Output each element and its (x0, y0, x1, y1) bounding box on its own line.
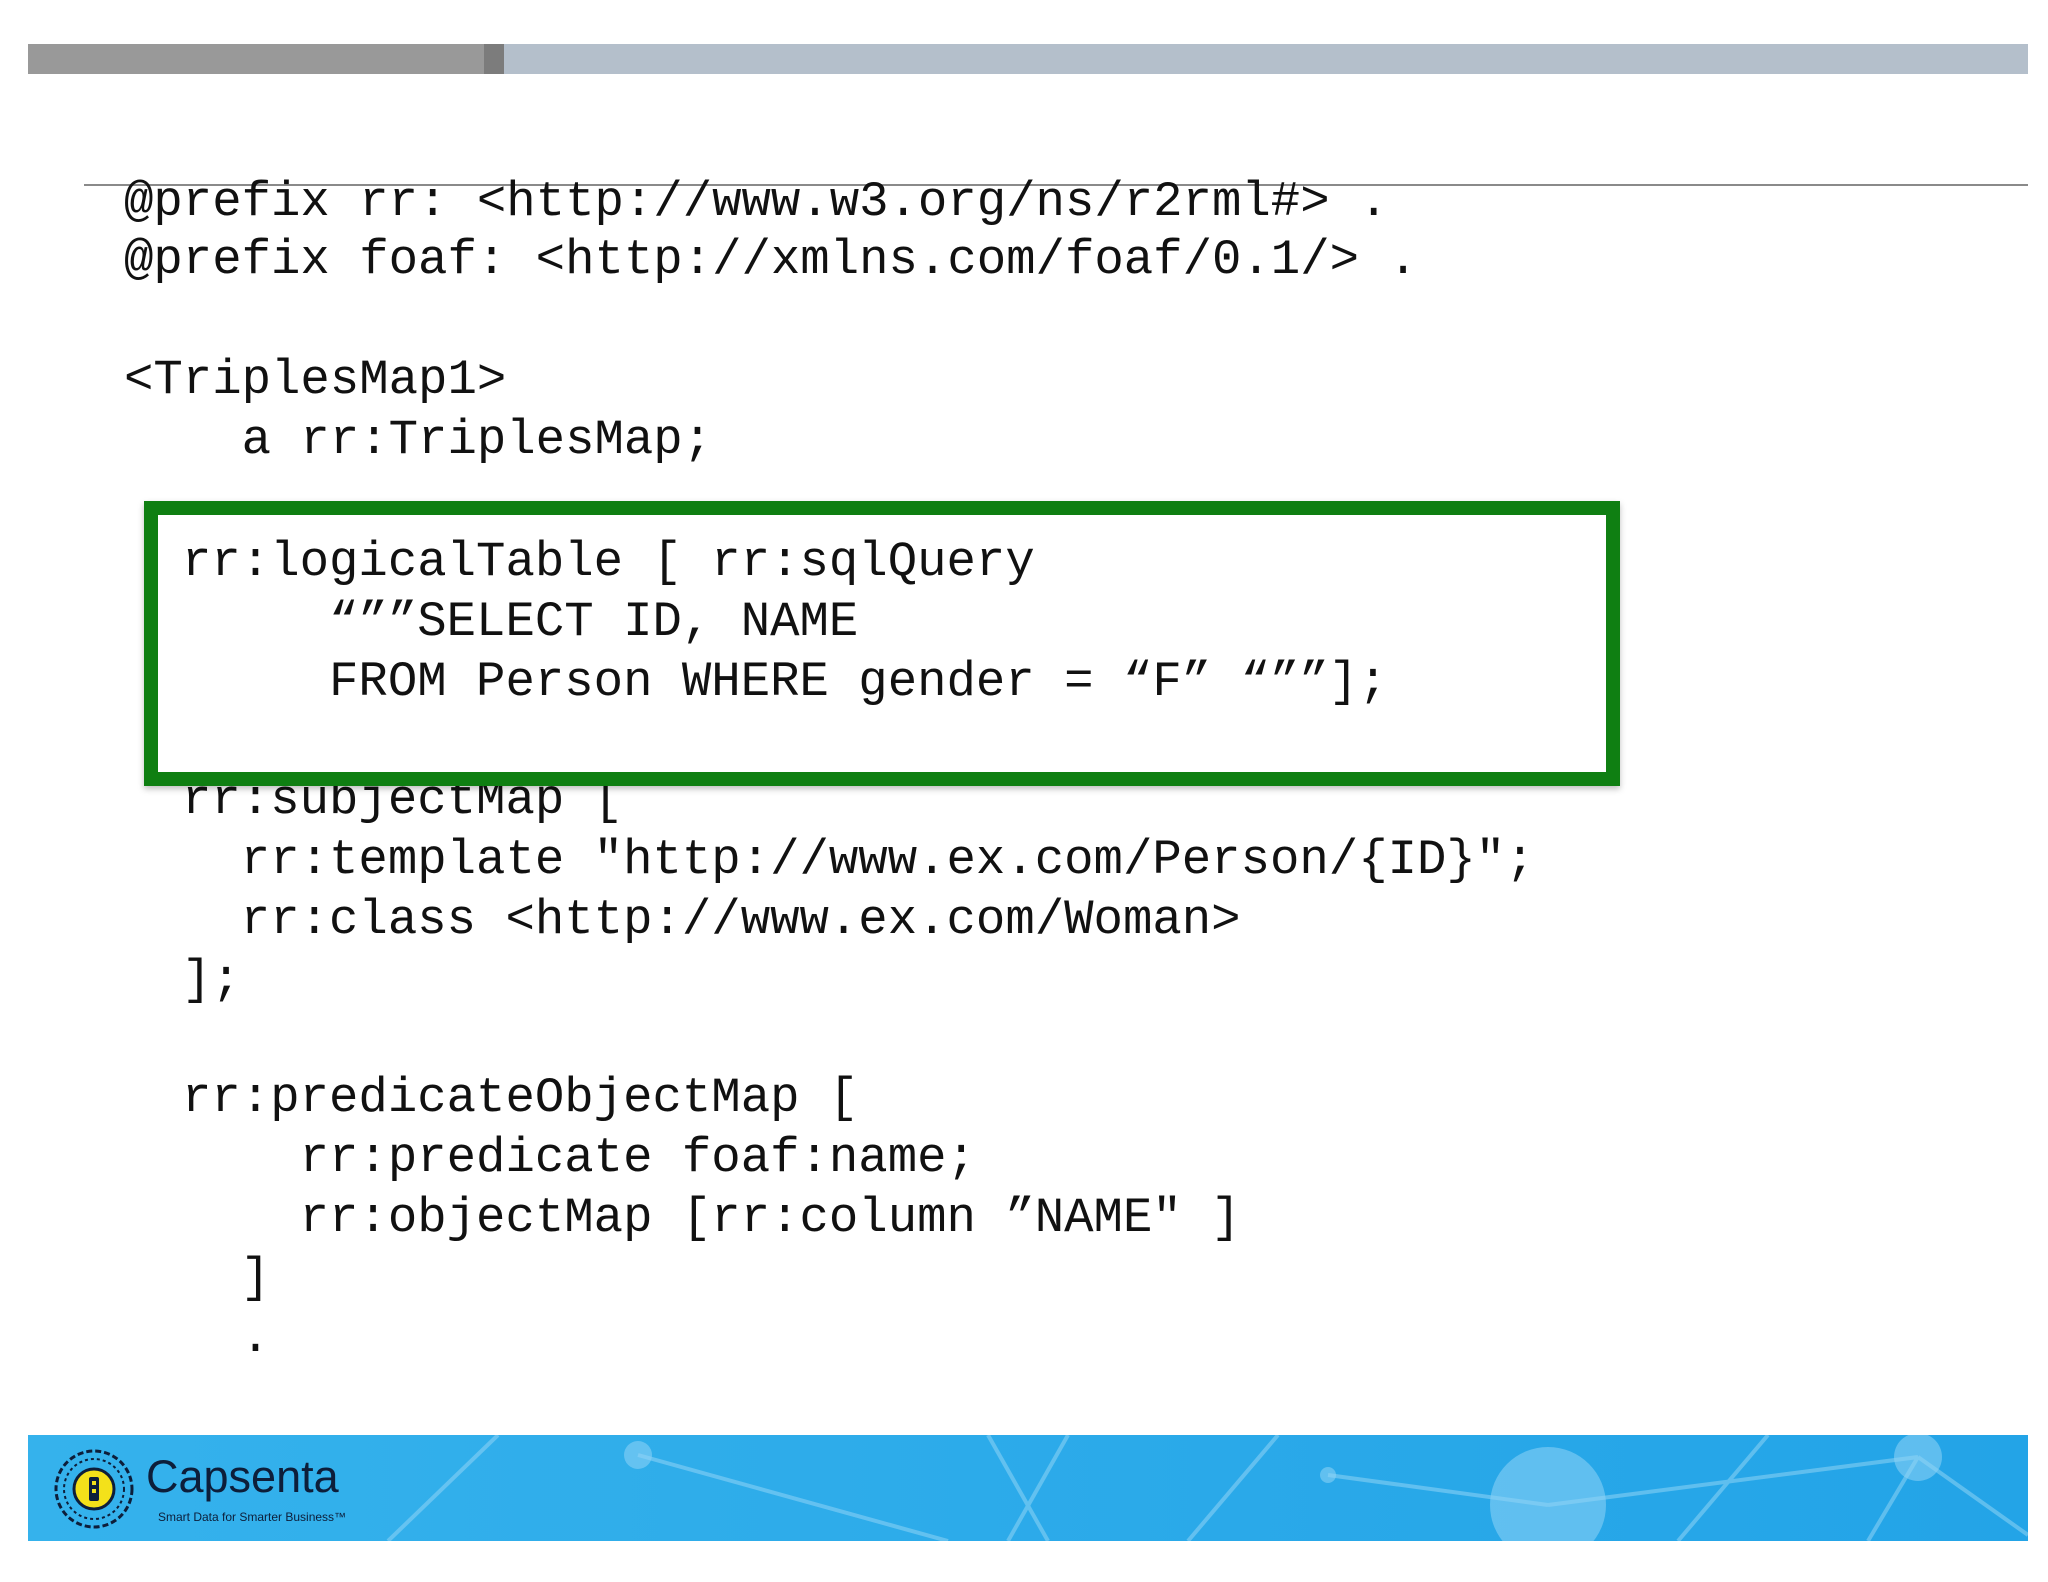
brand-name: Capsenta (146, 1451, 339, 1502)
code-line-terminator: . (182, 1310, 271, 1366)
code-line-predicate: rr:predicate foaf:name; (182, 1130, 976, 1186)
code-line-prefix-rr: @prefix rr: <http://www.w3.org/ns/r2rml#… (124, 174, 1389, 230)
code-line-class: rr:class <http://www.ex.com/Woman> (182, 892, 1241, 948)
capsenta-logo-icon (54, 1449, 134, 1529)
code-line-triples-map: <TriplesMap1> (124, 352, 507, 408)
code-line-prefix-foaf: @prefix foaf: <http://xmlns.com/foaf/0.1… (124, 232, 1418, 288)
code-line-subject-close: ]; (182, 952, 241, 1008)
footer-banner: Capsenta Smart Data for Smarter Business… (28, 1435, 2028, 1541)
code-line-pom-close: ] (182, 1250, 271, 1306)
code-line-predicate-object-map: rr:predicateObjectMap [ (182, 1070, 859, 1126)
code-line-template: rr:template "http://www.ex.com/Person/{I… (182, 832, 1535, 888)
code-line-type: a rr:TriplesMap; (124, 412, 713, 468)
brand-tagline: Smart Data for Smarter Business™ (158, 1510, 347, 1524)
top-accent-bar-dark-segment (28, 44, 484, 74)
code-line-object-map: rr:objectMap [rr:column ”NAME" ] (182, 1190, 1241, 1246)
top-accent-bar (28, 44, 2028, 74)
logical-table-highlight-box (144, 501, 1620, 786)
top-accent-bar-marker (484, 44, 504, 74)
